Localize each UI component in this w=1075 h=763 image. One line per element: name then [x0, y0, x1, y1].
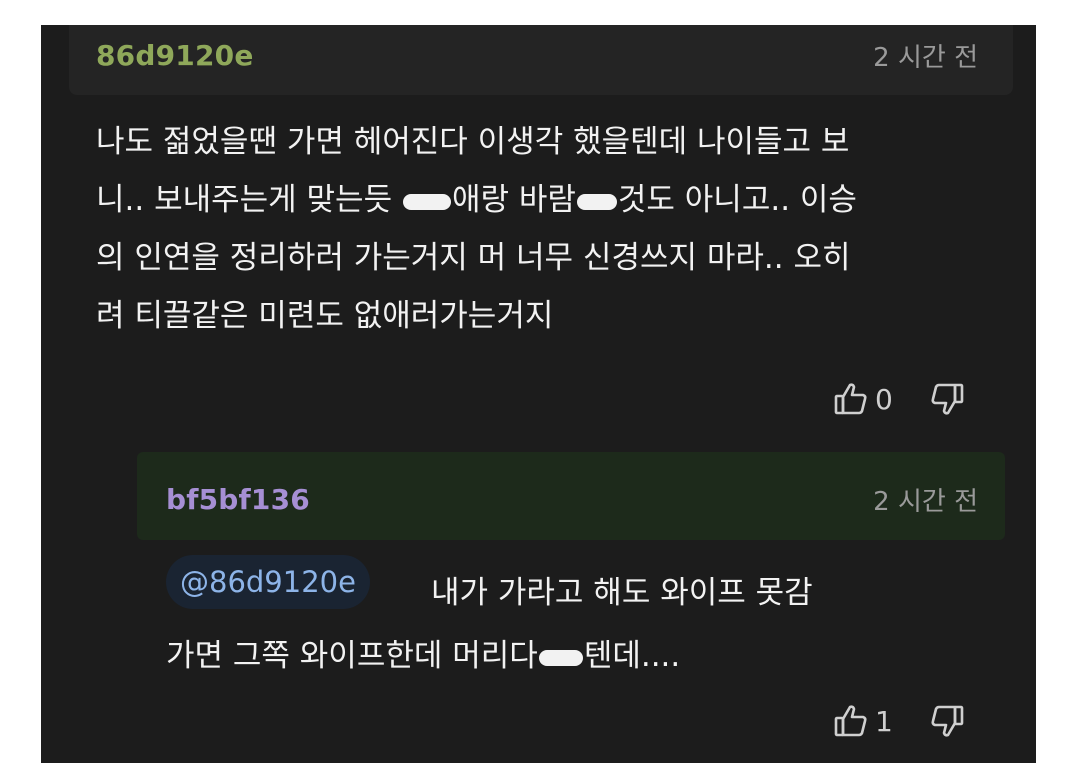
comment-time: 2 시간 전 [873, 43, 978, 73]
comment-line-2-part-1: 니.. 보내주는게 맞는듯 [96, 182, 402, 218]
censor-mark [402, 193, 451, 210]
reply-line-2-part-2: 텐데.... [583, 638, 681, 674]
comment-body: 나도 젊었을땐 가면 헤어진다 이생각 했을텐데 나이들고 보 니.. 보내주는… [96, 113, 1006, 345]
censor-mark [576, 193, 617, 210]
comment-line-2-part-3: 것도 아니고.. 이승 [617, 182, 857, 218]
reply-mention[interactable]: @86d9120e [166, 555, 370, 609]
thumbs-up-icon[interactable] [833, 381, 869, 417]
reply-line-2: 가면 그쪽 와이프한데 머리다 텐데.... [166, 630, 680, 675]
comment-line-2-part-2: 애랑 바람 [451, 182, 576, 218]
reply-actions: 1 [833, 703, 965, 739]
censor-mark [538, 649, 583, 666]
thumbs-down-icon[interactable] [929, 703, 965, 739]
comment-actions: 0 [833, 381, 965, 417]
comment-thread: 86d9120e 2 시간 전 나도 젊었을땐 가면 헤어진다 이생각 했을텐데… [41, 25, 1036, 763]
comment-line-3: 의 인연을 정리하러 가는거지 머 너무 신경쓰지 마라.. 오히 [96, 240, 851, 276]
comment-line-1: 나도 젊었을땐 가면 헤어진다 이생각 했을텐데 나이들고 보 [96, 124, 850, 160]
reply-line-1: 내가 가라고 해도 와이프 못감 [431, 575, 813, 611]
comment-username[interactable]: 86d9120e [96, 39, 254, 72]
comment-line-2: 니.. 보내주는게 맞는듯 애랑 바람 것도 아니고.. 이승 [96, 171, 1006, 229]
reply-line-2-part-1: 가면 그쪽 와이프한데 머리다 [166, 638, 538, 674]
like-count: 0 [875, 382, 893, 416]
thumbs-up-icon[interactable] [833, 703, 869, 739]
reply-username[interactable]: bf5bf136 [166, 483, 310, 516]
like-count: 1 [875, 704, 893, 738]
thumbs-down-icon[interactable] [929, 381, 965, 417]
comment-line-4: 려 티끌같은 미련도 없애러가는거지 [96, 298, 554, 334]
reply-time: 2 시간 전 [873, 487, 978, 517]
